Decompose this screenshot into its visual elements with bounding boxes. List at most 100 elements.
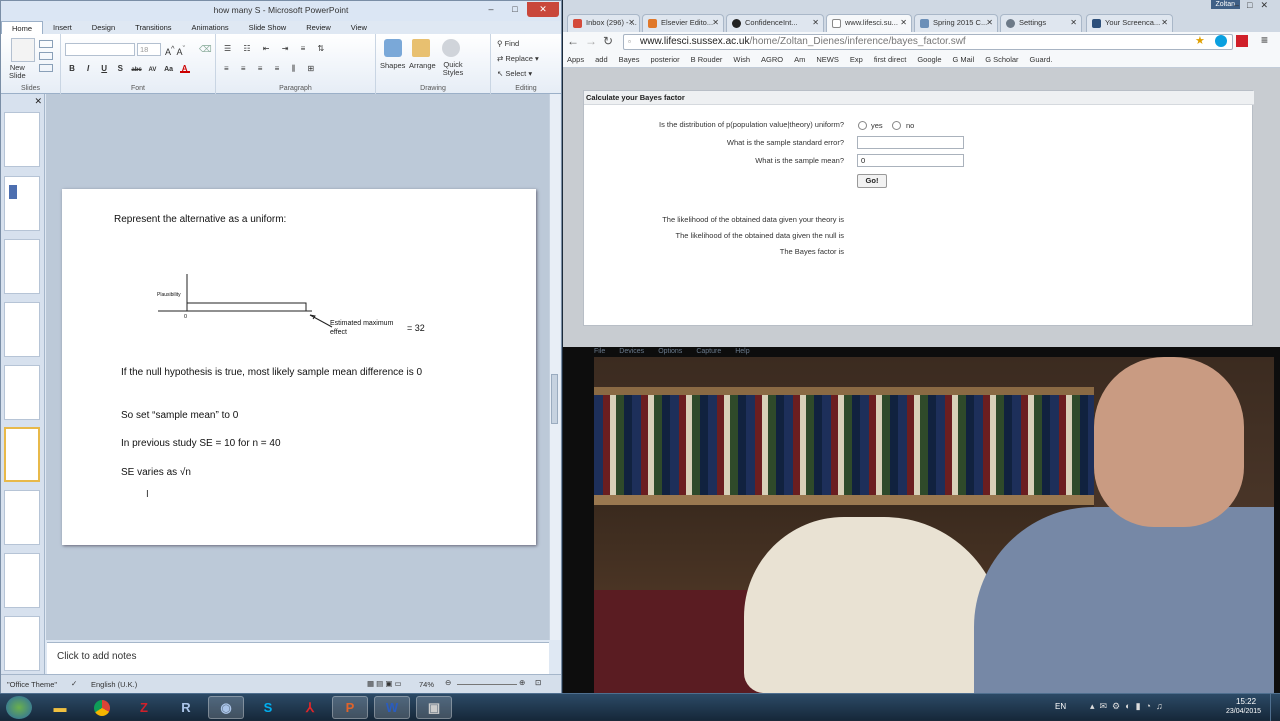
bookmark-first-direct[interactable]: first direct <box>874 52 907 67</box>
close-tab-icon[interactable]: ✕ <box>812 15 819 31</box>
language[interactable]: English (U.K.) <box>91 680 137 689</box>
language-indicator[interactable]: EN <box>1055 702 1066 711</box>
bookmark-bayes[interactable]: Bayes <box>619 52 640 67</box>
minimize-button[interactable]: – <box>479 2 503 17</box>
maximize-button[interactable]: □ <box>503 2 527 17</box>
bookmark-google[interactable]: Google <box>917 52 941 67</box>
arrange-icon[interactable] <box>412 39 430 57</box>
clock-date[interactable]: 23/04/2015 <box>1226 708 1261 715</box>
acrobat-taskbar-icon[interactable]: ⅄ <box>292 696 328 719</box>
thumbnail[interactable] <box>4 112 40 167</box>
replace-button[interactable]: ⇄ Replace ▾ <box>497 54 539 63</box>
shapes-button[interactable]: Shapes <box>380 61 405 70</box>
extension-icon[interactable] <box>1236 35 1248 47</box>
forward-icon[interactable]: → <box>585 34 597 48</box>
bold-button[interactable]: B <box>67 64 77 73</box>
quick-styles-button[interactable]: Quick Styles <box>438 61 468 77</box>
quick-styles-icon[interactable] <box>442 39 460 57</box>
close-tab-icon[interactable]: ✕ <box>712 15 719 31</box>
tab-slide-show[interactable]: Slide Show <box>239 21 297 34</box>
thumbnail[interactable] <box>4 616 40 671</box>
bookmark-exp[interactable]: Exp <box>850 52 863 67</box>
se-input[interactable] <box>857 136 964 149</box>
menu-icon[interactable]: ≡ <box>1261 33 1268 47</box>
new-slide-button[interactable]: New Slide <box>9 64 26 80</box>
chrome-taskbar-icon[interactable] <box>84 696 120 719</box>
thumbnail-selected[interactable] <box>4 427 40 482</box>
zoom-out-icon[interactable]: ⊖ <box>445 678 451 687</box>
close-tab-icon[interactable]: ✕ <box>628 15 635 31</box>
bookmark-apps[interactable]: Apps <box>567 52 584 67</box>
mean-input[interactable]: 0 <box>857 154 964 167</box>
zoom-level[interactable]: 74% <box>419 680 434 689</box>
tab-design[interactable]: Design <box>82 21 125 34</box>
thumbnail[interactable] <box>4 302 40 357</box>
shadow-button[interactable]: S <box>115 64 125 73</box>
skype-taskbar-icon[interactable]: S <box>250 696 286 719</box>
menu-options[interactable]: Options <box>658 347 682 357</box>
shapes-icon[interactable] <box>384 39 402 57</box>
page-info-icon[interactable]: ▫ <box>628 35 631 49</box>
explorer-taskbar-icon[interactable]: ▬ <box>42 696 78 719</box>
bookmark-news[interactable]: NEWS <box>816 52 839 67</box>
font-size-input[interactable]: 18 <box>137 43 161 56</box>
reset-icon[interactable] <box>39 52 53 60</box>
thumbnail[interactable] <box>4 365 40 420</box>
thumbnail[interactable] <box>4 176 40 231</box>
bookmark-add[interactable]: add <box>595 52 608 67</box>
slide[interactable]: Represent the alternative as a uniform: … <box>62 189 536 545</box>
close-tab-icon[interactable]: ✕ <box>1161 15 1168 31</box>
bookmark-agro[interactable]: AGRO <box>761 52 783 67</box>
find-button[interactable]: ⚲ Find <box>497 39 519 48</box>
close-tab-icon[interactable]: ✕ <box>1070 15 1077 31</box>
strikethrough-button[interactable]: abc <box>131 67 141 76</box>
font-name-input[interactable] <box>65 43 135 56</box>
tab-home[interactable]: Home <box>1 21 44 34</box>
close-button[interactable]: ✕ <box>527 2 559 17</box>
bookmark-rouder[interactable]: B Rouder <box>691 52 723 67</box>
bookmark-amazon[interactable]: Am <box>794 52 805 67</box>
arrange-button[interactable]: Arrange <box>409 61 436 70</box>
notes-pane[interactable]: Click to add notes <box>47 642 549 674</box>
reload-icon[interactable]: ↻ <box>603 34 613 48</box>
skype-extension-icon[interactable] <box>1215 35 1227 47</box>
bookmark-scholar[interactable]: G Scholar <box>985 52 1018 67</box>
tab-spring[interactable]: Spring 2015 C... ✕ <box>914 14 998 32</box>
clear-format-icon[interactable]: ⌫ <box>199 44 212 55</box>
r-console-taskbar-icon[interactable]: ◉ <box>208 696 244 719</box>
font-color-button[interactable]: A <box>179 64 190 73</box>
tab-screencast[interactable]: Your Screenca... ✕ <box>1086 14 1173 32</box>
tab-transitions[interactable]: Transitions <box>125 21 181 34</box>
radio-no[interactable] <box>892 121 901 130</box>
italic-button[interactable]: I <box>83 64 93 73</box>
thumbnail[interactable] <box>4 239 40 294</box>
underline-button[interactable]: U <box>99 64 109 73</box>
thumbnail[interactable] <box>4 553 40 608</box>
chrome-window-controls[interactable]: –□✕ <box>1234 0 1276 11</box>
menu-help[interactable]: Help <box>735 347 749 357</box>
tab-confidence[interactable]: ConfidenceInt... ✕ <box>726 14 824 32</box>
tab-elsevier[interactable]: Elsevier Edito... ✕ <box>642 14 724 32</box>
fit-window-icon[interactable]: ⊡ <box>535 678 541 687</box>
zoom-in-icon[interactable]: ⊕ <box>519 678 525 687</box>
tab-inbox[interactable]: Inbox (296) - ... ✕ <box>567 14 640 32</box>
new-slide-icon[interactable] <box>11 38 35 62</box>
section-icon[interactable] <box>39 64 53 72</box>
bookmark-guardian[interactable]: Guard. <box>1030 52 1053 67</box>
align-icons[interactable]: ≡ ≡ ≡ ≡ ⫼ ⊞ <box>224 64 319 74</box>
scroll-thumb[interactable] <box>551 374 558 424</box>
show-desktop-button[interactable] <box>1270 694 1280 721</box>
close-pane-icon[interactable]: ✕ <box>34 96 42 107</box>
spellcheck-icon[interactable]: ✓ <box>71 679 77 688</box>
radio-yes[interactable] <box>858 121 867 130</box>
word-taskbar-icon[interactable]: W <box>374 696 410 719</box>
address-bar[interactable]: ▫ www.lifesci.sussex.ac.uk/home/Zoltan_Di… <box>623 34 1233 50</box>
layout-icon[interactable] <box>39 40 53 48</box>
clock-time[interactable]: 15:22 <box>1236 697 1256 706</box>
vertical-scrollbar[interactable] <box>549 94 560 640</box>
spacing-button[interactable]: AV <box>147 67 157 76</box>
tab-insert[interactable]: Insert <box>43 21 82 34</box>
bullet-list-icons[interactable]: ☰ ☷ ⇤ ⇥ ≡ ⇅ <box>224 44 329 53</box>
tab-view[interactable]: View <box>341 21 377 34</box>
thumbnail[interactable] <box>4 490 40 545</box>
